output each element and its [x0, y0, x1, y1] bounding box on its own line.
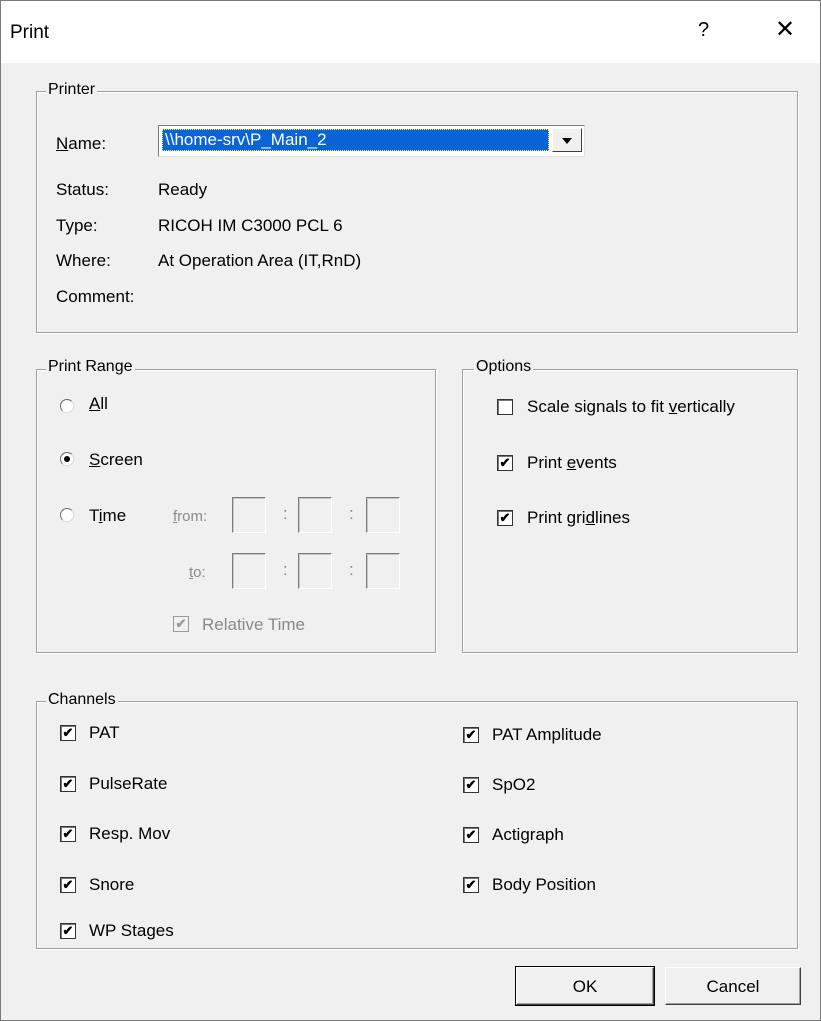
channel-spo2-label[interactable]: SpO2	[492, 775, 535, 795]
channel-wp-stages-label[interactable]: WP Stages	[89, 921, 174, 941]
relative-time-label: Relative Time	[202, 615, 305, 634]
from-label: from:	[173, 508, 208, 525]
title-bar: Print ? ✕	[1, 1, 820, 63]
printer-name-dropdown[interactable]: \\home-srv\P_Main_2	[158, 125, 585, 157]
channel-snore-label[interactable]: Snore	[89, 875, 134, 895]
to-label: to:	[189, 564, 206, 581]
scale-signals-label[interactable]: Scale signals to fit vertically	[527, 397, 735, 417]
radio-all[interactable]	[60, 399, 74, 413]
radio-dot	[64, 456, 70, 462]
printer-name-value: \\home-srv\P_Main_2	[162, 129, 549, 151]
relative-time-checkbox[interactable]: ✔	[173, 616, 189, 632]
type-label: Type:	[56, 216, 98, 235]
print-events-checkbox[interactable]: ✔	[497, 455, 513, 471]
status-label: Status:	[56, 180, 109, 199]
print-range-group-label: Print Range	[46, 358, 135, 376]
printer-name-label: Name:	[56, 134, 107, 153]
to-seconds-field[interactable]	[366, 553, 400, 589]
from-minutes-field[interactable]	[298, 497, 332, 533]
print-gridlines-checkbox[interactable]: ✔	[497, 510, 513, 526]
help-button[interactable]: ?	[698, 19, 709, 42]
to-separator-1: :	[283, 560, 288, 579]
radio-time-label[interactable]: Time	[89, 506, 126, 526]
channel-snore-checkbox[interactable]: ✔	[60, 877, 76, 893]
channel-resp-mov-checkbox[interactable]: ✔	[60, 826, 76, 842]
from-separator-1: :	[283, 504, 288, 523]
channel-pat-label[interactable]: PAT	[89, 723, 120, 743]
channel-resp-mov-label[interactable]: Resp. Mov	[89, 824, 170, 844]
to-hours-field[interactable]	[232, 553, 266, 589]
print-events-label[interactable]: Print events	[527, 453, 617, 473]
options-group-label: Options	[474, 358, 534, 376]
channel-actigraph-label[interactable]: Actigraph	[492, 825, 564, 845]
ok-button[interactable]: OK	[515, 966, 655, 1006]
channel-pat-amplitude-checkbox[interactable]: ✔	[463, 727, 479, 743]
dropdown-button[interactable]	[552, 128, 582, 152]
radio-time[interactable]	[60, 508, 74, 522]
cancel-button[interactable]: Cancel	[665, 967, 801, 1005]
channel-wp-stages-checkbox[interactable]: ✔	[60, 923, 76, 939]
channel-pulserate-checkbox[interactable]: ✔	[60, 776, 76, 792]
channel-actigraph-checkbox[interactable]: ✔	[463, 827, 479, 843]
channel-pulserate-label[interactable]: PulseRate	[89, 774, 167, 794]
channel-pat-checkbox[interactable]: ✔	[60, 725, 76, 741]
print-gridlines-label[interactable]: Print gridlines	[527, 508, 630, 528]
radio-all-label[interactable]: All	[89, 394, 108, 414]
radio-screen[interactable]	[60, 452, 74, 466]
from-seconds-field[interactable]	[366, 497, 400, 533]
printer-group-label: Printer	[46, 81, 98, 99]
close-icon[interactable]: ✕	[775, 18, 795, 42]
where-value: At Operation Area (IT,RnD)	[158, 251, 362, 270]
channel-body-position-label[interactable]: Body Position	[492, 875, 596, 895]
from-separator-2: :	[349, 504, 354, 523]
channel-body-position-checkbox[interactable]: ✔	[463, 877, 479, 893]
channel-pat-amplitude-label[interactable]: PAT Amplitude	[492, 725, 602, 745]
type-value: RICOH IM C3000 PCL 6	[158, 216, 343, 235]
chevron-down-icon	[562, 138, 572, 144]
radio-screen-label[interactable]: Screen	[89, 450, 143, 470]
window-title: Print	[10, 22, 50, 43]
from-hours-field[interactable]	[232, 497, 266, 533]
status-value: Ready	[158, 180, 208, 199]
channels-group-label: Channels	[46, 691, 118, 709]
scale-signals-checkbox[interactable]	[497, 399, 513, 415]
where-label: Where:	[56, 251, 111, 270]
to-separator-2: :	[349, 560, 354, 579]
comment-label: Comment:	[56, 287, 135, 306]
to-minutes-field[interactable]	[298, 553, 332, 589]
print-dialog: Print ? ✕ Printer Name: \\home-srv\P_Mai…	[0, 0, 821, 1021]
channel-spo2-checkbox[interactable]: ✔	[463, 777, 479, 793]
